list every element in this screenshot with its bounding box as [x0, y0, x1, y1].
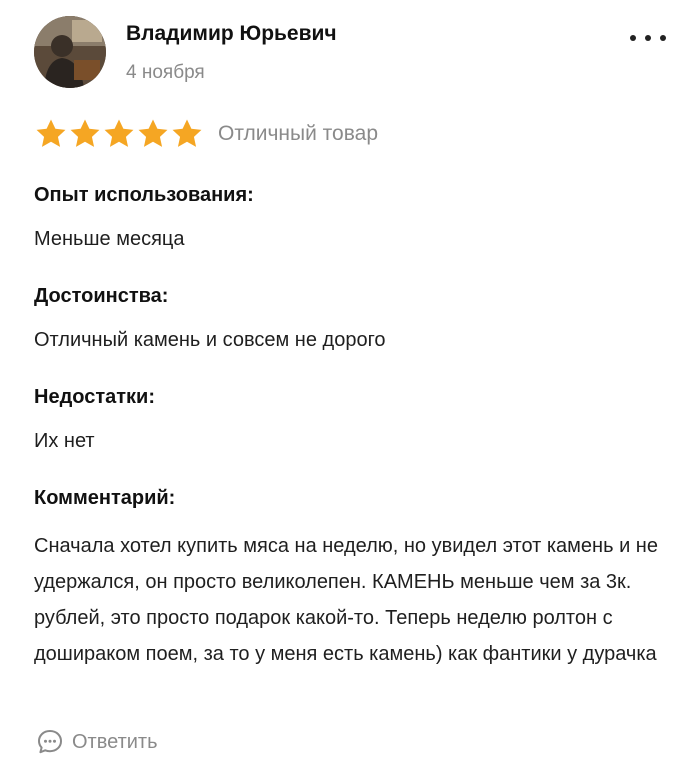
rating-text: Отличный товар [218, 122, 379, 145]
rating: Отличный товар [34, 117, 378, 151]
avatar-image [34, 16, 106, 88]
star-icon [70, 119, 100, 147]
section-text-cons: Их нет [34, 430, 95, 452]
review-card: Владимир Юрьевич 4 ноября Отличный товар… [0, 0, 700, 768]
dot [645, 35, 651, 41]
avatar[interactable] [34, 16, 106, 88]
section-title-experience: Опыт использования: [34, 184, 254, 206]
section-text-experience: Меньше месяца [34, 228, 185, 250]
section-text-pros: Отличный камень и совсем не дорого [34, 329, 386, 351]
more-dots-icon[interactable] [630, 26, 666, 50]
author-name[interactable]: Владимир Юрьевич [126, 22, 337, 46]
reply-button[interactable]: Ответить [36, 728, 158, 756]
section-title-pros: Достоинства: [34, 285, 169, 307]
reply-label: Ответить [72, 730, 158, 753]
section-title-cons: Недостатки: [34, 386, 156, 408]
dot [630, 35, 636, 41]
dot [660, 35, 666, 41]
star-icon [104, 119, 134, 147]
star-icon [172, 119, 202, 147]
star-rating [34, 117, 204, 151]
comment-text: Сначала хотел купить мяса на неделю, но … [34, 535, 658, 665]
star-icon [36, 119, 66, 147]
section-title-comment: Комментарий: [34, 487, 176, 509]
speech-bubble-icon [38, 730, 62, 754]
star-icon [138, 119, 168, 147]
review-date: 4 ноября [126, 62, 205, 83]
